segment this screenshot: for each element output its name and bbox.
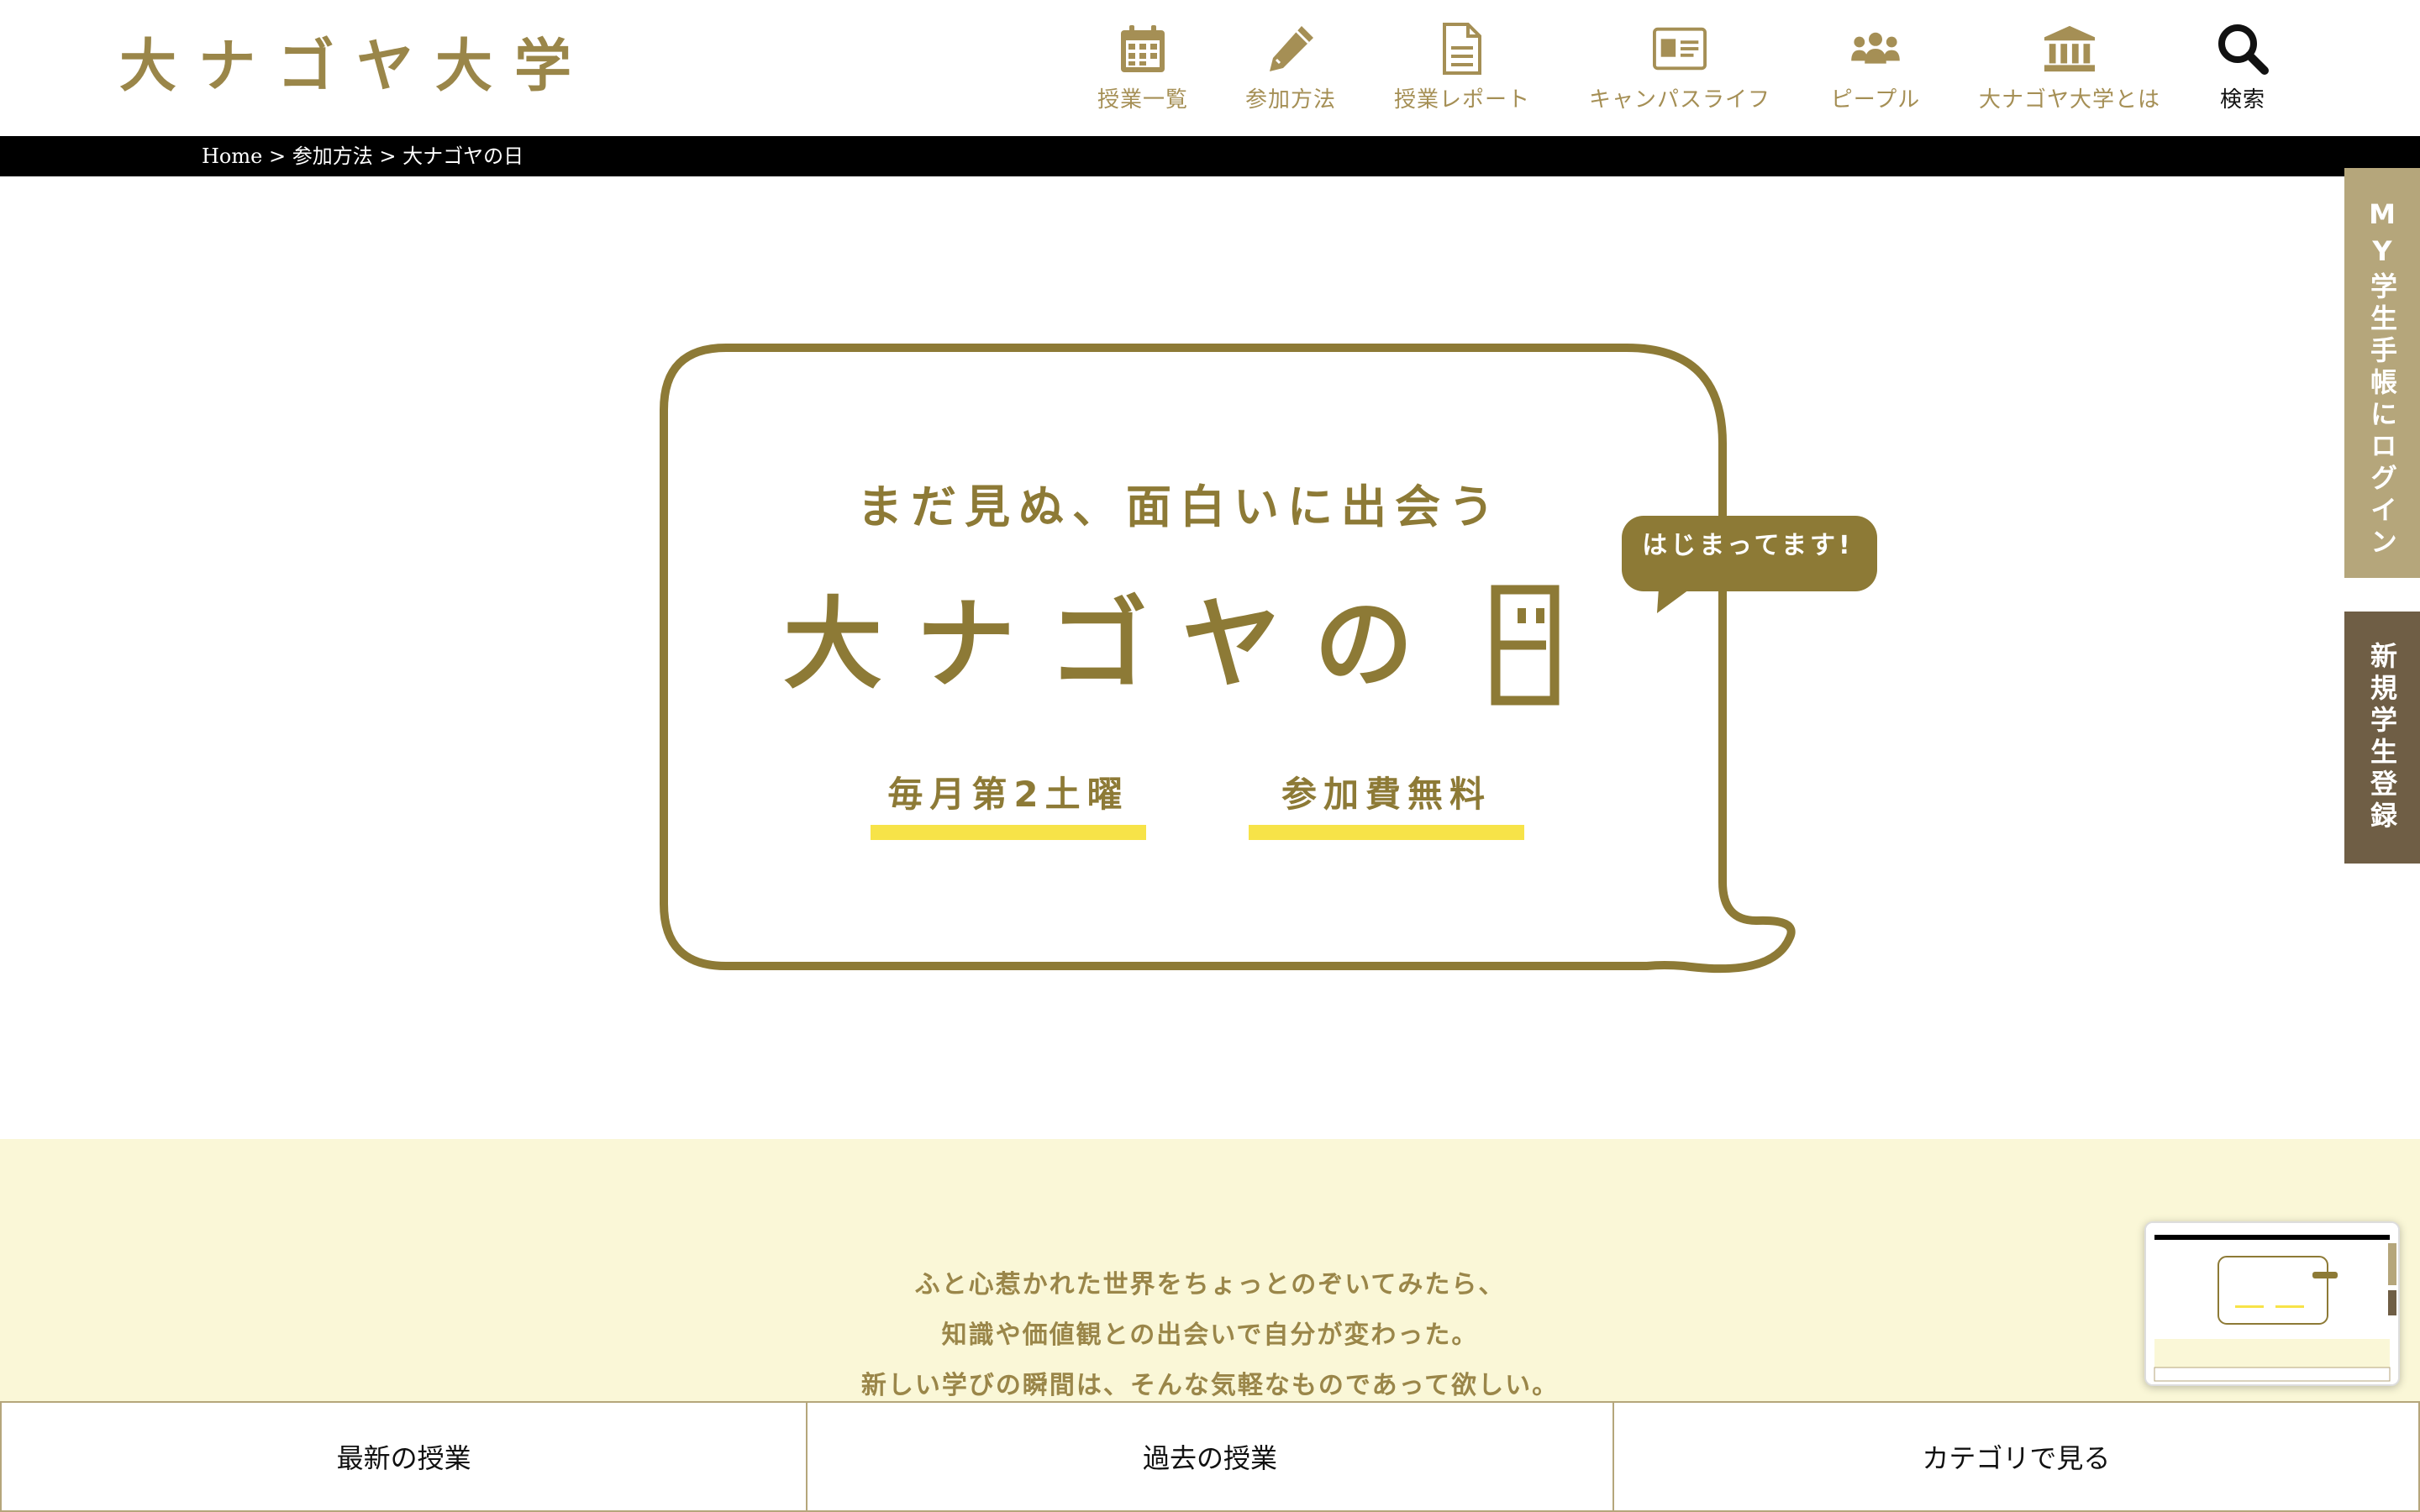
info-free-participation: 参加費無料 <box>1281 774 1491 815</box>
breadcrumb-parent[interactable]: 参加方法 <box>292 144 373 168</box>
people-icon <box>1849 22 1902 76</box>
smiley-day-mark <box>1491 585 1560 706</box>
document-icon <box>1435 22 1489 76</box>
register-tab-label: 新規学生登録 <box>2366 642 2398 833</box>
nav-label: 大ナゴヤ大学とは <box>1978 87 2160 113</box>
search-icon <box>2216 22 2270 76</box>
pencil-icon <box>1264 22 1318 76</box>
nav-item-how-to-join[interactable]: 参加方法 <box>1240 22 1341 114</box>
nav-item-classes[interactable]: 授業一覧 <box>1092 22 1193 114</box>
page-preview-thumbnail[interactable] <box>2144 1221 2400 1386</box>
highlight-underline <box>1249 825 1524 840</box>
highlight-underline <box>871 825 1146 840</box>
nav-item-campus-life[interactable]: キャンパスライフ <box>1583 22 1776 114</box>
breadcrumb-home[interactable]: Home <box>202 144 262 168</box>
nav-label: 検索 <box>2219 87 2265 113</box>
breadcrumb-bar: Home > 参加方法 > 大ナゴヤの日 <box>0 136 2420 176</box>
hero-tagline: まだ見ぬ、面白いに出会う <box>857 480 1502 533</box>
tab-latest-classes[interactable]: 最新の授業 <box>0 1401 807 1512</box>
site-header: 大ナゴヤ大学 授業一覧 参加方法 授業レポート キャンパスライフ ピープル 大ナ… <box>0 0 2420 136</box>
hero-badge: はじまってます! <box>1642 531 1854 560</box>
main-nav: 授業一覧 参加方法 授業レポート キャンパスライフ ピープル 大ナゴヤ大学とは … <box>0 0 2420 136</box>
intro-text: ふと心惹かれた世界をちょっとのぞいてみたら、 知識や価値観との出会いで自分が変わ… <box>0 1260 2420 1411</box>
breadcrumb-current: 大ナゴヤの日 <box>402 144 524 168</box>
calendar-icon <box>1116 22 1170 76</box>
login-tab-label: MY学生手帳にログイン <box>2366 198 2398 559</box>
id-card-icon <box>1653 22 1707 76</box>
bottom-tab-bar: 最新の授業 過去の授業 カテゴリで見る <box>0 1401 2420 1512</box>
nav-label: 授業レポート <box>1393 87 1530 113</box>
smiley-eyes <box>1518 608 1544 623</box>
page: 大ナゴヤ大学 授業一覧 参加方法 授業レポート キャンパスライフ ピープル 大ナ… <box>0 0 2420 1512</box>
tab-past-classes[interactable]: 過去の授業 <box>806 1401 1612 1512</box>
nav-item-about[interactable]: 大ナゴヤ大学とは <box>1973 22 2166 114</box>
nav-item-reports[interactable]: 授業レポート <box>1386 22 1538 114</box>
intro-line: ふと心惹かれた世界をちょっとのぞいてみたら、 <box>914 1270 1506 1299</box>
thumbnail-graphic <box>2146 1223 2398 1384</box>
badge-tail <box>1657 588 1689 613</box>
register-tab[interactable]: 新規学生登録 <box>2344 612 2420 864</box>
breadcrumb: Home > 参加方法 > 大ナゴヤの日 <box>202 143 523 170</box>
breadcrumb-separator: > <box>372 144 403 168</box>
login-tab[interactable]: MY学生手帳にログイン <box>2344 168 2420 578</box>
tab-by-category[interactable]: カテゴリで見る <box>1612 1401 2420 1512</box>
nav-item-people[interactable]: ピープル <box>1823 22 1928 114</box>
nav-label: 授業一覧 <box>1097 87 1188 113</box>
nav-item-search[interactable]: 検索 <box>2205 22 2281 114</box>
nav-label: キャンパスライフ <box>1588 87 1770 113</box>
info-monthly-saturday: 毎月第2土曜 <box>887 774 1129 815</box>
nav-label: 参加方法 <box>1244 87 1336 113</box>
breadcrumb-separator: > <box>262 144 292 168</box>
institution-icon <box>2043 22 2096 76</box>
intro-line: 知識や価値観との出会いで自分が変わった。 <box>941 1320 1479 1350</box>
nav-label: ピープル <box>1830 87 1921 113</box>
hero-title: 大ナゴヤの <box>783 586 1448 702</box>
